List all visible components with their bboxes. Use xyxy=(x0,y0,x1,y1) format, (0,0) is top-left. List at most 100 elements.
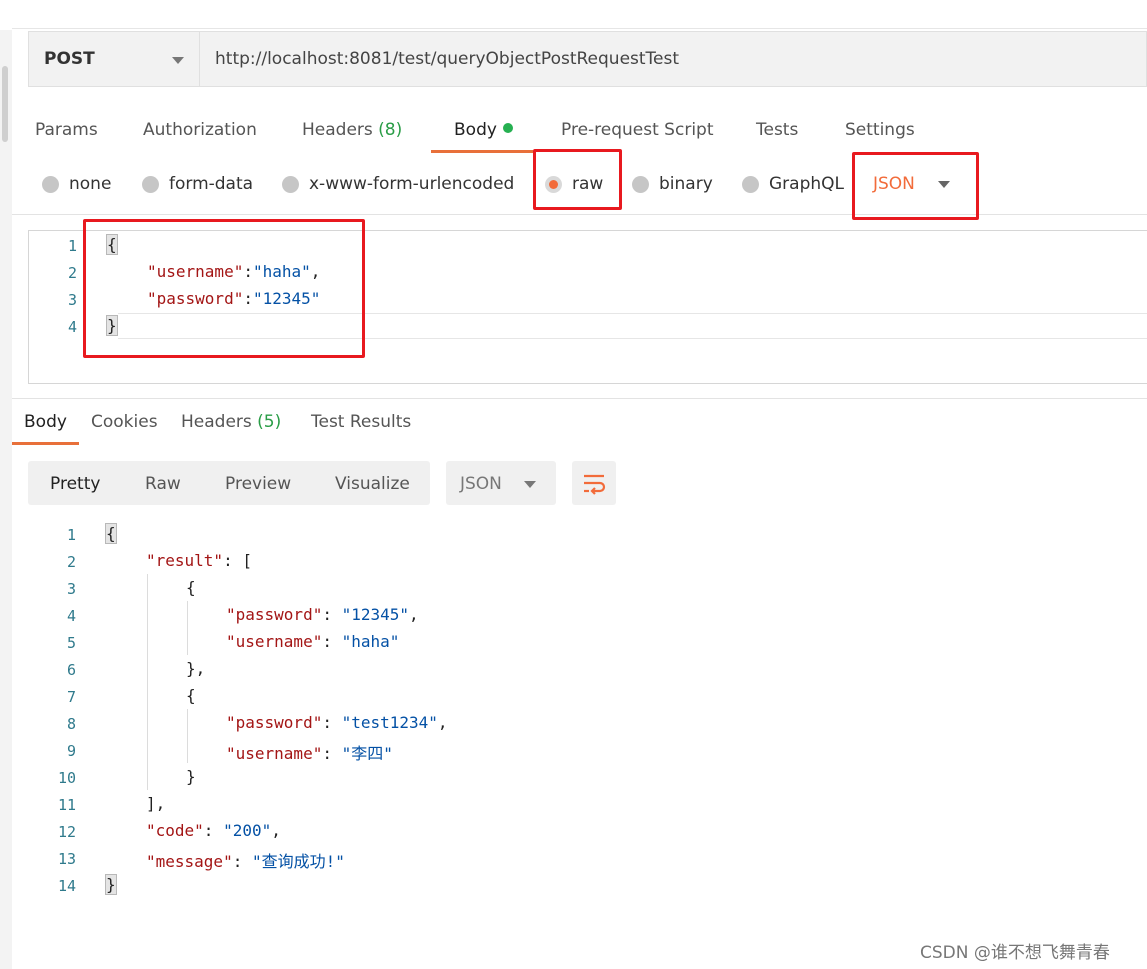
view-pretty-button[interactable]: Pretty xyxy=(50,474,100,494)
line-number: 1 xyxy=(66,526,76,544)
json-value: "查询成功!" xyxy=(251,852,345,871)
json-key: "username" xyxy=(226,632,323,651)
wrap-lines-button[interactable] xyxy=(572,461,616,505)
radio-label: form-data xyxy=(169,174,254,194)
radio-x-www-form-urlencoded[interactable]: x-www-form-urlencoded xyxy=(282,174,514,194)
radio-circle xyxy=(742,175,759,193)
active-tab-underline xyxy=(431,150,533,153)
tab-label: Pre-request Script xyxy=(561,120,714,140)
tab-settings[interactable]: Settings xyxy=(845,120,915,140)
chevron-down-icon xyxy=(172,57,184,64)
tab-tests[interactable]: Tests xyxy=(756,120,798,140)
tab-pre-request-script[interactable]: Pre-request Script xyxy=(561,120,714,140)
code-line: "password": "test1234", xyxy=(226,713,448,732)
json-key: "password" xyxy=(226,605,323,624)
json-key: "password" xyxy=(226,713,323,732)
tab-label: Settings xyxy=(845,120,915,140)
code-line: "username": "李四" xyxy=(226,744,393,763)
code-line: "result": [ xyxy=(146,551,252,570)
tab-label: Authorization xyxy=(143,120,257,140)
tab-label: Tests xyxy=(756,120,799,140)
url-value: http://localhost:8081/test/queryObjectPo… xyxy=(215,49,680,69)
radio-label: none xyxy=(69,174,112,194)
json-key: "username" xyxy=(226,744,323,763)
tab-authorization[interactable]: Authorization xyxy=(143,120,257,140)
scrollbar-thumb[interactable] xyxy=(2,66,8,142)
radio-label: x-www-form-urlencoded xyxy=(309,174,515,194)
json-value: "李四" xyxy=(341,744,393,763)
line-number: 13 xyxy=(57,850,76,868)
tab-headers[interactable]: Headers (8) xyxy=(302,120,402,140)
line-number: 8 xyxy=(66,715,76,733)
code-line: "message": "查询成功!" xyxy=(146,852,345,871)
line-number: 14 xyxy=(57,877,76,895)
line-number: 3 xyxy=(66,580,76,598)
scrollbar-track[interactable] xyxy=(0,30,12,969)
radio-binary[interactable]: binary xyxy=(632,174,713,194)
radio-label: GraphQL xyxy=(769,174,844,194)
code-line: } xyxy=(186,767,196,786)
highlight-box-json xyxy=(852,152,979,220)
response-tab-cookies[interactable]: Cookies xyxy=(91,412,158,432)
radio-none[interactable]: none xyxy=(42,174,111,194)
format-label: JSON xyxy=(460,474,502,494)
json-key: "code" xyxy=(146,821,204,840)
radio-circle xyxy=(142,175,159,193)
code-line: "username": "haha" xyxy=(226,632,400,651)
code-line: "password": "12345", xyxy=(226,605,419,624)
tab-label: Headers xyxy=(302,120,373,140)
line-number: 10 xyxy=(57,769,76,787)
indent-guide xyxy=(147,574,148,790)
radio-graphql[interactable]: GraphQL xyxy=(742,174,844,194)
radio-circle xyxy=(632,175,649,193)
url-input[interactable]: http://localhost:8081/test/queryObjectPo… xyxy=(200,31,1147,87)
headers-count: (5) xyxy=(257,412,282,432)
watermark: CSDN @谁不想飞舞青春 xyxy=(920,943,1110,963)
radio-circle xyxy=(42,175,59,193)
line-number: 4 xyxy=(67,318,77,336)
view-visualize-button[interactable]: Visualize xyxy=(335,474,410,494)
radio-form-data[interactable]: form-data xyxy=(142,174,253,194)
method-select[interactable]: POST xyxy=(28,31,200,87)
line-number: 2 xyxy=(66,553,76,571)
line-number: 9 xyxy=(66,742,76,760)
highlight-box-raw xyxy=(533,149,622,210)
indent-guide xyxy=(187,709,188,763)
view-mode-group: Pretty Raw Preview Visualize xyxy=(28,461,430,505)
wrap-lines-icon xyxy=(584,474,606,495)
tab-label: Headers xyxy=(181,412,252,432)
view-preview-button[interactable]: Preview xyxy=(225,474,291,494)
view-raw-button[interactable]: Raw xyxy=(145,474,181,494)
json-key: "result" xyxy=(146,551,224,570)
line-number: 2 xyxy=(67,264,77,282)
headers-count: (8) xyxy=(378,120,403,140)
line-number: 4 xyxy=(66,607,76,625)
code-line: }, xyxy=(186,659,206,678)
line-number: 5 xyxy=(66,634,76,652)
code-line: "code": "200", xyxy=(146,821,281,840)
indent-guide xyxy=(187,601,188,655)
response-format-select[interactable]: JSON xyxy=(446,461,556,505)
section-divider xyxy=(12,398,1147,399)
code-line: { xyxy=(186,686,196,705)
line-number: 3 xyxy=(67,291,77,309)
json-value: "200" xyxy=(223,821,272,840)
code-line: { xyxy=(186,578,196,597)
tab-params[interactable]: Params xyxy=(35,120,98,140)
highlight-box-body xyxy=(83,219,365,358)
line-number: 7 xyxy=(66,688,76,706)
body-indicator-dot-icon xyxy=(502,123,513,133)
response-tab-headers[interactable]: Headers (5) xyxy=(181,412,281,432)
chevron-down-icon xyxy=(524,481,536,488)
json-value: "test1234" xyxy=(341,713,438,732)
response-tab-body[interactable]: Body xyxy=(24,412,67,432)
line-number: 12 xyxy=(57,823,76,841)
radio-label: binary xyxy=(659,174,713,194)
tab-label: Params xyxy=(35,120,98,140)
response-tab-test-results[interactable]: Test Results xyxy=(311,412,411,432)
tab-body[interactable]: Body xyxy=(454,120,513,140)
line-number: 1 xyxy=(67,237,77,255)
active-tab-underline xyxy=(12,442,79,445)
method-label: POST xyxy=(44,49,95,69)
json-value: "12345" xyxy=(341,605,410,624)
